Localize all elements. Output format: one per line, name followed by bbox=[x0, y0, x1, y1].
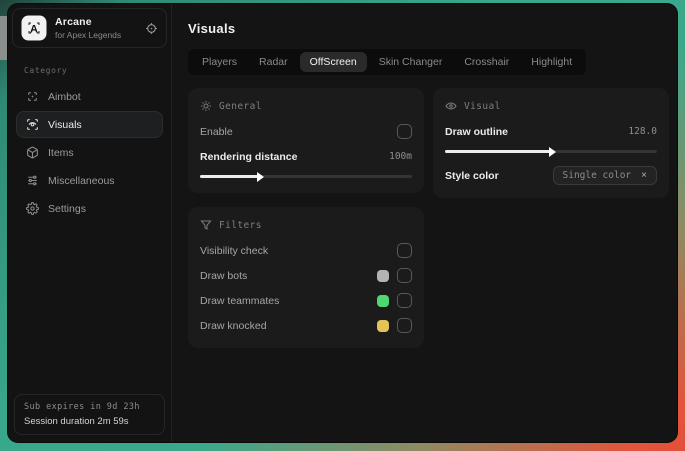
tab-players[interactable]: Players bbox=[192, 52, 247, 72]
draw-bots-label: Draw bots bbox=[200, 269, 248, 282]
tab-highlight[interactable]: Highlight bbox=[521, 52, 582, 72]
sidebar-item-label: Aimbot bbox=[48, 90, 81, 103]
category-label: Category bbox=[24, 66, 68, 75]
sidebar-header: A Arcane for Apex Legends bbox=[12, 8, 167, 48]
rendering-distance-label: Rendering distance bbox=[200, 150, 298, 163]
draw-knocked-color-swatch[interactable] bbox=[377, 319, 389, 332]
app-logo: A bbox=[21, 15, 47, 41]
slider-fill bbox=[445, 150, 551, 153]
rendering-distance-slider[interactable] bbox=[200, 171, 412, 182]
enable-label: Enable bbox=[200, 125, 233, 138]
filters-card-header: Filters bbox=[200, 219, 412, 231]
app-name: Arcane bbox=[55, 16, 92, 28]
visibility-check-label: Visibility check bbox=[200, 244, 269, 257]
tab-radar[interactable]: Radar bbox=[249, 52, 298, 72]
page-title: Visuals bbox=[188, 21, 236, 36]
sidebar-item-settings[interactable]: Settings bbox=[16, 195, 163, 222]
draw-bots-checkbox[interactable] bbox=[397, 268, 412, 283]
card-title: Filters bbox=[219, 219, 262, 231]
style-color-row: Style color Single color × bbox=[445, 165, 657, 186]
app-subtitle: for Apex Legends bbox=[55, 30, 122, 40]
sidebar: A Arcane for Apex Legends Category Aimbo… bbox=[8, 4, 172, 442]
sliders-icon bbox=[26, 174, 39, 187]
sidebar-item-label: Items bbox=[48, 146, 74, 159]
style-color-select[interactable]: Single color × bbox=[552, 166, 657, 185]
cards-grid: General Enable Rendering distance 100m V… bbox=[188, 88, 669, 348]
tab-crosshair[interactable]: Crosshair bbox=[454, 52, 519, 72]
target-icon[interactable] bbox=[145, 22, 158, 35]
general-card-header: General bbox=[200, 100, 412, 112]
visibility-check-row: Visibility check bbox=[200, 240, 412, 261]
eye-icon bbox=[445, 100, 457, 112]
app-title-stack: Arcane for Apex Legends bbox=[55, 16, 137, 40]
sidebar-item-items[interactable]: Items bbox=[16, 139, 163, 166]
visibility-check-checkbox[interactable] bbox=[397, 243, 412, 258]
draw-teammates-row: Draw teammates bbox=[200, 290, 412, 311]
draw-teammates-checkbox[interactable] bbox=[397, 293, 412, 308]
enable-checkbox[interactable] bbox=[397, 124, 412, 139]
tab-offscreen[interactable]: OffScreen bbox=[299, 52, 367, 72]
rendering-distance-row: Rendering distance 100m bbox=[200, 146, 412, 167]
sub-expires-text: Sub expires in 9d 23h bbox=[24, 402, 140, 412]
draw-outline-label: Draw outline bbox=[445, 125, 509, 138]
slider-fill bbox=[200, 175, 260, 178]
draw-knocked-checkbox[interactable] bbox=[397, 318, 412, 333]
draw-knocked-row: Draw knocked bbox=[200, 315, 412, 336]
draw-bots-row: Draw bots bbox=[200, 265, 412, 286]
style-color-value: Single color bbox=[562, 170, 632, 181]
crosshair-icon bbox=[26, 90, 39, 103]
logo-letter: A bbox=[30, 24, 38, 36]
scan-eye-icon bbox=[26, 118, 39, 131]
tab-skin-changer[interactable]: Skin Changer bbox=[369, 52, 453, 72]
enable-row: Enable bbox=[200, 121, 412, 142]
funnel-icon bbox=[200, 219, 212, 231]
draw-outline-value: 128.0 bbox=[628, 126, 657, 137]
package-icon bbox=[26, 146, 39, 159]
cog-icon bbox=[200, 100, 212, 112]
draw-outline-slider[interactable] bbox=[445, 146, 657, 157]
visual-card-header: Visual bbox=[445, 100, 657, 112]
subscription-info-box: Sub expires in 9d 23h Session duration 2… bbox=[14, 394, 165, 435]
tab-bar: Players Radar OffScreen Skin Changer Cro… bbox=[188, 49, 587, 75]
sidebar-item-visuals[interactable]: Visuals bbox=[16, 111, 163, 138]
session-duration-text: Session duration 2m 59s bbox=[24, 416, 129, 427]
sidebar-item-aimbot[interactable]: Aimbot bbox=[16, 83, 163, 110]
filters-card: Filters Visibility check Draw bots Draw … bbox=[188, 207, 424, 348]
draw-bots-color-swatch[interactable] bbox=[377, 269, 389, 282]
slider-thumb[interactable] bbox=[549, 146, 556, 157]
draw-teammates-label: Draw teammates bbox=[200, 294, 280, 307]
sidebar-item-miscellaneous[interactable]: Miscellaneous bbox=[16, 167, 163, 194]
gear-icon bbox=[26, 202, 39, 215]
sidebar-nav: Category Aimbot Visuals Items Miscellane… bbox=[8, 52, 171, 222]
slider-thumb[interactable] bbox=[257, 171, 265, 182]
visual-card: Visual Draw outline 128.0 Style color Si… bbox=[433, 88, 669, 198]
draw-teammates-color-swatch[interactable] bbox=[377, 294, 389, 307]
clear-icon[interactable]: × bbox=[641, 170, 647, 181]
draw-knocked-label: Draw knocked bbox=[200, 319, 267, 332]
sidebar-item-label: Miscellaneous bbox=[48, 174, 115, 187]
rendering-distance-value: 100m bbox=[389, 151, 412, 162]
app-window: A Arcane for Apex Legends Category Aimbo… bbox=[8, 4, 677, 442]
style-color-label: Style color bbox=[445, 169, 499, 182]
card-title: General bbox=[219, 100, 262, 112]
main-content: Visuals Players Radar OffScreen Skin Cha… bbox=[172, 4, 677, 442]
general-card: General Enable Rendering distance 100m bbox=[188, 88, 424, 193]
draw-outline-row: Draw outline 128.0 bbox=[445, 121, 657, 142]
sidebar-item-label: Settings bbox=[48, 202, 86, 215]
card-title: Visual bbox=[464, 100, 501, 112]
sidebar-item-label: Visuals bbox=[48, 118, 82, 131]
